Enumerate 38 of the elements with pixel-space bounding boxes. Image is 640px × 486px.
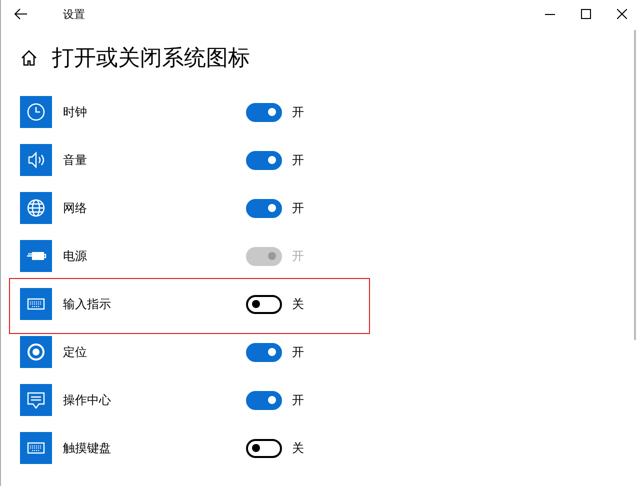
toggle-switch[interactable] xyxy=(246,198,282,218)
toggle-state-text: 开 xyxy=(292,152,304,168)
speech-bubble-icon xyxy=(20,384,52,416)
toggle-state-text: 开 xyxy=(292,344,304,360)
setting-label: 电源 xyxy=(63,248,88,264)
setting-label: 时钟 xyxy=(63,104,88,120)
setting-label: 操作中心 xyxy=(63,392,112,408)
toggle-switch[interactable] xyxy=(246,438,282,458)
toggle-state-text: 开 xyxy=(292,392,304,408)
page-title: 打开或关闭系统图标 xyxy=(52,45,250,73)
setting-label: 输入指示 xyxy=(63,296,112,312)
close-icon xyxy=(617,9,627,19)
toggle-state-text: 开 xyxy=(292,248,304,264)
setting-label: 网络 xyxy=(63,200,88,216)
toggle-switch[interactable] xyxy=(246,342,282,362)
battery-plug-icon xyxy=(20,240,52,272)
setting-label: 音量 xyxy=(63,152,88,168)
back-arrow-icon xyxy=(14,8,28,20)
home-icon[interactable] xyxy=(20,49,38,67)
toggle-state-text: 开 xyxy=(292,200,304,216)
toggle-switch[interactable] xyxy=(246,390,282,410)
toggle-state-text: 开 xyxy=(292,104,304,120)
toggle-switch[interactable] xyxy=(246,150,282,170)
window-title: 设置 xyxy=(63,6,86,22)
keyboard-icon xyxy=(20,288,52,320)
keyboard-icon xyxy=(20,432,52,464)
scrollbar[interactable] xyxy=(634,30,636,340)
speaker-icon xyxy=(20,144,52,176)
globe-icon xyxy=(20,192,52,224)
toggle-state-text: 关 xyxy=(292,296,304,312)
setting-label: 触摸键盘 xyxy=(63,440,112,456)
setting-label: 定位 xyxy=(63,344,88,360)
clock-icon xyxy=(20,96,52,128)
target-icon xyxy=(20,336,52,368)
maximize-icon xyxy=(581,9,591,19)
toggle-switch[interactable] xyxy=(246,294,282,314)
toggle-state-text: 关 xyxy=(292,440,304,456)
toggle-switch[interactable] xyxy=(246,102,282,122)
